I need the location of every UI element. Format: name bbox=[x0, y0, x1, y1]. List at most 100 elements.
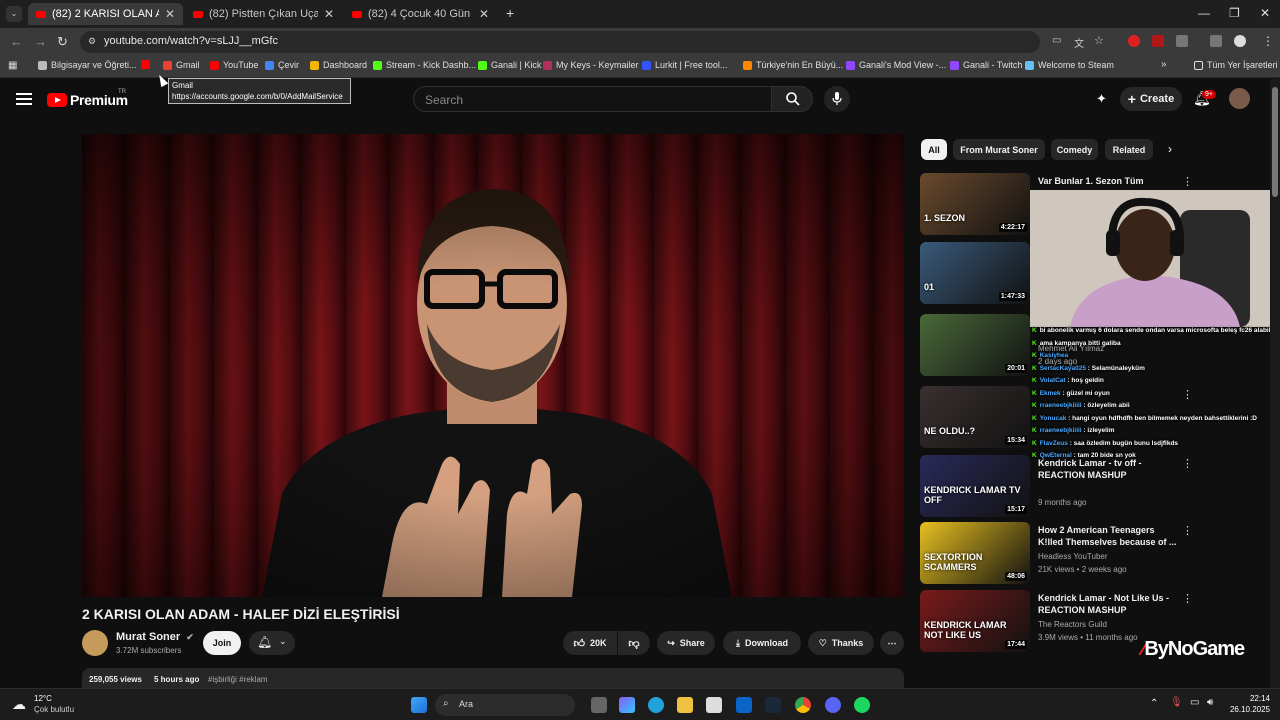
tab-2[interactable]: (82) Pistten Çıkan Uçakta "YOL... ✕ bbox=[185, 3, 342, 25]
bookmark-item[interactable] bbox=[141, 60, 154, 69]
chip-all[interactable]: All bbox=[921, 139, 947, 160]
bookmark-item[interactable]: Çevir bbox=[265, 60, 299, 70]
bookmark-item[interactable]: Dashboard bbox=[310, 60, 367, 70]
search-input[interactable]: Search bbox=[413, 86, 772, 112]
copilot-icon[interactable] bbox=[619, 697, 635, 713]
bookmark-item[interactable]: Ganali's Mod View -... bbox=[846, 60, 946, 70]
tab-1[interactable]: (82) 2 KARISI OLAN ADAM - H... ✕ bbox=[28, 3, 183, 25]
recommendation-title[interactable]: Var Bunlar 1. Sezon Tüm bbox=[1038, 175, 1178, 187]
page-scrollbar[interactable] bbox=[1270, 79, 1280, 688]
more-options-icon[interactable]: ⋮ bbox=[1182, 592, 1193, 605]
restore-icon[interactable]: ❐ bbox=[1229, 6, 1240, 20]
chip-from-channel[interactable]: From Murat Soner bbox=[953, 139, 1045, 160]
extensions-puzzle-icon[interactable] bbox=[1176, 35, 1188, 47]
chip-related[interactable]: Related bbox=[1105, 139, 1153, 160]
bookmark-item[interactable]: Bilgisayar ve Öğreti... bbox=[38, 60, 137, 70]
more-actions-button[interactable]: ⋯ bbox=[880, 631, 904, 655]
bookmark-item[interactable]: Ganali - Twitch bbox=[950, 60, 1022, 70]
bookmark-item[interactable]: Welcome to Steam bbox=[1025, 60, 1114, 70]
close-tab-icon[interactable]: ✕ bbox=[479, 7, 489, 21]
recommendation-title[interactable]: How 2 American Teenagers K!lled Themselv… bbox=[1038, 524, 1178, 548]
search-button[interactable] bbox=[771, 86, 813, 112]
recommendation-channel[interactable]: Headless YouTuber bbox=[1038, 552, 1108, 561]
site-info-icon[interactable]: ⚙ bbox=[88, 36, 96, 47]
recommendation-title[interactable]: Kendrick Lamar - Not Like Us - REACTION … bbox=[1038, 592, 1178, 616]
video-thumbnail[interactable]: 1. SEZON 4:22:17 bbox=[920, 173, 1030, 235]
voice-search-button[interactable] bbox=[824, 86, 850, 112]
dislike-button[interactable]: 👎︎ bbox=[618, 631, 650, 655]
translate-icon[interactable]: 文 bbox=[1074, 35, 1084, 50]
chip-comedy[interactable]: Comedy bbox=[1051, 139, 1098, 160]
tray-mic-icon[interactable]: 🎙︎ bbox=[1170, 697, 1183, 708]
new-tab-icon[interactable]: + bbox=[506, 5, 514, 21]
cast-icon[interactable]: ▭ bbox=[1052, 35, 1061, 46]
more-options-icon[interactable]: ⋮ bbox=[1182, 175, 1193, 188]
chevron-right-icon[interactable]: › bbox=[1168, 142, 1172, 156]
spotify-icon[interactable] bbox=[854, 697, 870, 713]
cast-to-tv-icon[interactable]: ✦ bbox=[1096, 91, 1107, 107]
bookmark-item[interactable]: My Keys - Keymailer bbox=[543, 60, 639, 70]
more-bookmarks-icon[interactable]: » bbox=[1161, 59, 1167, 70]
create-button[interactable]: + Create bbox=[1120, 87, 1182, 111]
video-thumbnail[interactable]: SEXTORTION SCAMMERS 48:06 bbox=[920, 522, 1030, 584]
apps-grid-icon[interactable]: ▦ bbox=[8, 60, 17, 71]
profile-icon[interactable] bbox=[1234, 35, 1246, 47]
bookmark-item[interactable]: Stream - Kick Dashb... bbox=[373, 60, 476, 70]
minimize-icon[interactable]: — bbox=[1198, 6, 1210, 20]
join-button[interactable]: Join bbox=[203, 631, 241, 655]
youtube-premium-logo[interactable]: Premium bbox=[47, 92, 128, 108]
windows-start-icon[interactable] bbox=[411, 697, 427, 713]
menu-hamburger-icon[interactable] bbox=[16, 93, 32, 108]
extension-red-icon[interactable] bbox=[1128, 35, 1140, 47]
download-button[interactable]: ⤓ Download bbox=[723, 631, 801, 655]
address-bar[interactable]: ⚙ youtube.com/watch?v=sLJJ__mGfc ▭ 文 ☆ bbox=[80, 31, 1104, 53]
description-box[interactable]: 259,055 views 5 hours ago #işbirliği #re… bbox=[82, 668, 904, 690]
bookmark-item[interactable]: Ganali | Kick bbox=[478, 60, 541, 70]
clock-date[interactable]: 26.10.2025 bbox=[1222, 705, 1270, 714]
tray-chevron-up-icon[interactable]: ⌃ bbox=[1150, 698, 1158, 709]
more-options-icon[interactable]: ⋮ bbox=[1182, 524, 1193, 537]
video-thumbnail[interactable]: KENDRICK LAMAR NOT LIKE US 17:44 bbox=[920, 590, 1030, 652]
video-player[interactable] bbox=[82, 134, 904, 597]
recommendation-channel[interactable]: The Reactors Guild bbox=[1038, 620, 1107, 629]
reload-icon[interactable]: ↻ bbox=[57, 34, 68, 50]
discord-icon[interactable] bbox=[825, 697, 841, 713]
taskbar-search[interactable]: ⌕ Ara bbox=[435, 694, 575, 716]
task-view-icon[interactable] bbox=[591, 697, 607, 713]
weather-condition[interactable]: Çok bulutlu bbox=[34, 705, 74, 714]
close-window-icon[interactable]: ✕ bbox=[1260, 6, 1270, 20]
bookmark-item[interactable]: Türkiye'nin En Büyü... bbox=[743, 60, 843, 70]
scrollbar-thumb[interactable] bbox=[1272, 87, 1278, 197]
chrome-icon[interactable] bbox=[795, 697, 811, 713]
bookmark-item[interactable]: Lurkit | Free tool... bbox=[642, 60, 727, 70]
weather-temperature[interactable]: 12°C bbox=[34, 694, 52, 703]
forward-icon[interactable]: → bbox=[34, 34, 47, 49]
steam-icon[interactable] bbox=[765, 697, 781, 713]
close-tab-icon[interactable]: ✕ bbox=[165, 7, 175, 21]
bookmark-item[interactable]: YouTube bbox=[210, 60, 258, 70]
store-icon[interactable] bbox=[706, 697, 722, 713]
channel-name[interactable]: Murat Soner ✔ bbox=[116, 631, 194, 643]
thanks-button[interactable]: ♡ Thanks bbox=[808, 631, 874, 655]
channel-avatar[interactable] bbox=[82, 630, 108, 656]
video-thumbnail[interactable]: NE OLDU..? 15:34 bbox=[920, 386, 1030, 448]
back-icon[interactable]: ← bbox=[10, 34, 23, 49]
like-button[interactable]: 👍︎ 20K bbox=[563, 631, 617, 655]
clock-time[interactable]: 22:14 bbox=[1236, 694, 1270, 703]
video-thumbnail[interactable]: 01 1:47:33 bbox=[920, 242, 1030, 304]
edge-icon[interactable] bbox=[648, 697, 664, 713]
share-button[interactable]: ↪ Share bbox=[657, 631, 715, 655]
outlook-icon[interactable] bbox=[736, 697, 752, 713]
file-explorer-icon[interactable] bbox=[677, 697, 693, 713]
tab-search-button[interactable]: ⌄ bbox=[6, 6, 22, 22]
bookmark-item[interactable]: Gmail bbox=[163, 60, 200, 70]
video-thumbnail[interactable]: 20:01 bbox=[920, 314, 1030, 376]
user-avatar[interactable] bbox=[1229, 88, 1250, 109]
recommendation-card[interactable]: SEXTORTION SCAMMERS 48:06 How 2 American T… bbox=[920, 522, 1270, 586]
browser-menu-icon[interactable]: ⋮ bbox=[1262, 34, 1274, 48]
tab-3[interactable]: (82) 4 Çocuk 40 Gün Boyunca A... ✕ bbox=[344, 3, 497, 25]
close-tab-icon[interactable]: ✕ bbox=[324, 7, 334, 21]
subscription-bell-button[interactable]: 🔔︎ ⌄ bbox=[249, 631, 295, 655]
all-bookmarks-folder[interactable]: Tüm Yer İşaretleri bbox=[1194, 60, 1278, 70]
tray-display-icon[interactable]: ▭ bbox=[1190, 697, 1199, 708]
